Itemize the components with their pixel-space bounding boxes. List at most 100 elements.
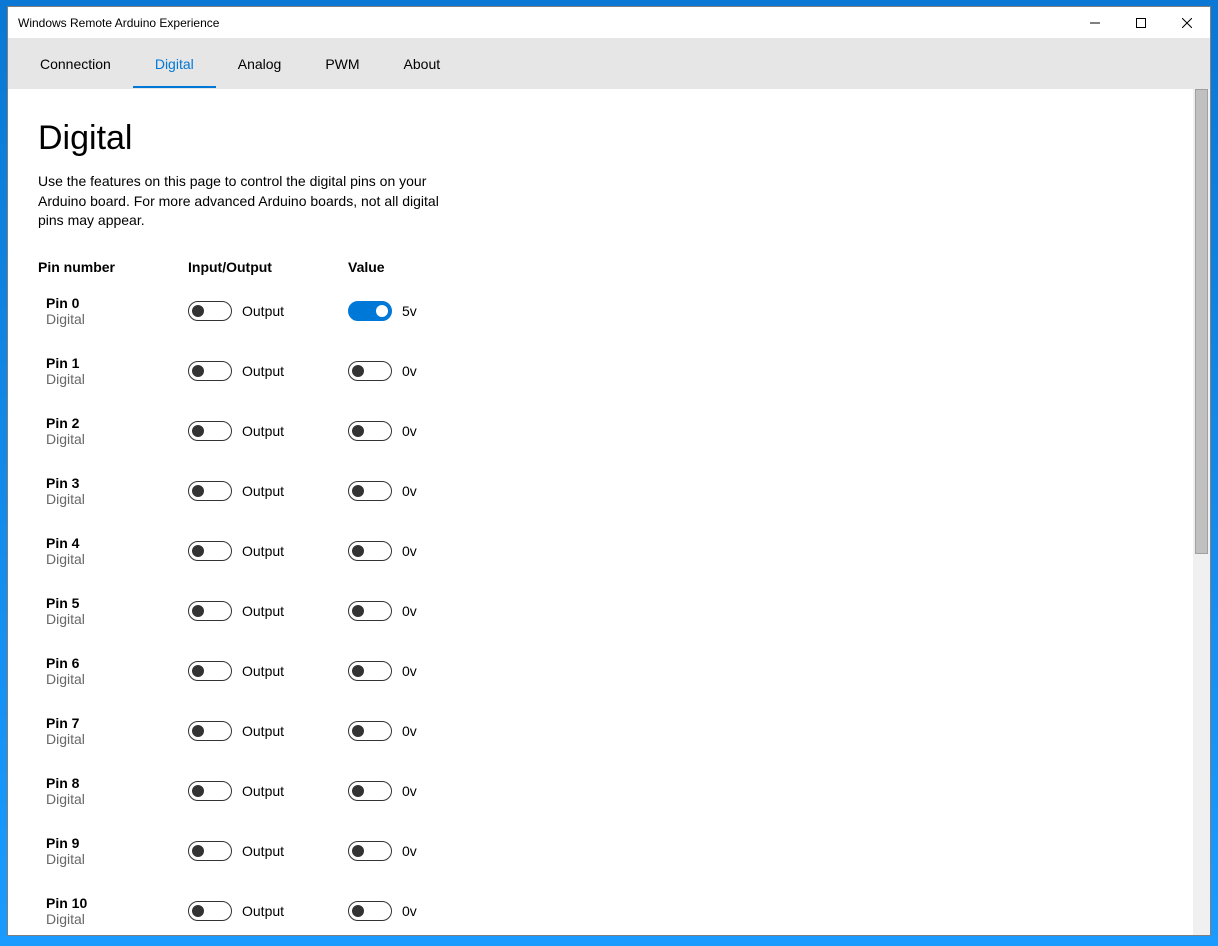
io-toggle-label: Output — [242, 663, 284, 679]
pin-label: Pin 8Digital — [38, 775, 188, 807]
io-cell: Output — [188, 721, 348, 741]
value-cell: 5v — [348, 301, 508, 321]
pin-type: Digital — [46, 551, 188, 567]
value-toggle-knob — [352, 725, 364, 737]
content-wrapper: Digital Use the features on this page to… — [8, 89, 1210, 935]
tab-pwm[interactable]: PWM — [303, 39, 381, 88]
value-toggle[interactable] — [348, 361, 392, 381]
page-description: Use the features on this page to control… — [38, 172, 458, 231]
pin-type: Digital — [46, 671, 188, 687]
header-pin-number: Pin number — [38, 259, 188, 275]
value-toggle[interactable] — [348, 481, 392, 501]
io-cell: Output — [188, 601, 348, 621]
pin-name: Pin 1 — [46, 355, 188, 371]
io-cell: Output — [188, 901, 348, 921]
io-toggle[interactable] — [188, 421, 232, 441]
tab-about[interactable]: About — [382, 39, 463, 88]
io-toggle[interactable] — [188, 361, 232, 381]
value-toggle[interactable] — [348, 541, 392, 561]
io-toggle[interactable] — [188, 721, 232, 741]
value-toggle-label: 0v — [402, 783, 417, 799]
value-toggle[interactable] — [348, 781, 392, 801]
value-toggle[interactable] — [348, 601, 392, 621]
pin-label: Pin 9Digital — [38, 835, 188, 867]
pin-name: Pin 3 — [46, 475, 188, 491]
pin-type: Digital — [46, 311, 188, 327]
pin-label: Pin 1Digital — [38, 355, 188, 387]
io-toggle-knob — [192, 845, 204, 857]
pin-label: Pin 10Digital — [38, 895, 188, 927]
io-toggle[interactable] — [188, 301, 232, 321]
io-toggle[interactable] — [188, 661, 232, 681]
header-input-output: Input/Output — [188, 259, 348, 275]
pin-label: Pin 0Digital — [38, 295, 188, 327]
value-toggle-label: 0v — [402, 423, 417, 439]
io-toggle[interactable] — [188, 781, 232, 801]
minimize-button[interactable] — [1072, 7, 1118, 38]
io-toggle-knob — [192, 665, 204, 677]
pin-type: Digital — [46, 731, 188, 747]
pin-name: Pin 4 — [46, 535, 188, 551]
header-value: Value — [348, 259, 508, 275]
io-cell: Output — [188, 361, 348, 381]
io-toggle[interactable] — [188, 841, 232, 861]
io-toggle-knob — [192, 545, 204, 557]
value-toggle[interactable] — [348, 721, 392, 741]
value-toggle[interactable] — [348, 661, 392, 681]
minimize-icon — [1090, 18, 1100, 28]
value-toggle-knob — [352, 485, 364, 497]
pin-type: Digital — [46, 371, 188, 387]
value-toggle[interactable] — [348, 901, 392, 921]
io-toggle[interactable] — [188, 901, 232, 921]
maximize-button[interactable] — [1118, 7, 1164, 38]
value-toggle-label: 0v — [402, 843, 417, 859]
io-toggle[interactable] — [188, 481, 232, 501]
io-toggle[interactable] — [188, 601, 232, 621]
value-toggle-label: 5v — [402, 303, 417, 319]
io-cell: Output — [188, 541, 348, 561]
column-headers: Pin number Input/Output Value — [38, 259, 1163, 275]
value-toggle-knob — [352, 545, 364, 557]
close-button[interactable] — [1164, 7, 1210, 38]
io-toggle-label: Output — [242, 363, 284, 379]
tab-bar: ConnectionDigitalAnalogPWMAbout — [8, 39, 1210, 89]
value-toggle-knob — [352, 365, 364, 377]
app-window: Windows Remote Arduino Experience Connec… — [7, 6, 1211, 936]
value-toggle-knob — [352, 845, 364, 857]
maximize-icon — [1136, 18, 1146, 28]
io-toggle-knob — [192, 305, 204, 317]
value-cell: 0v — [348, 541, 508, 561]
value-toggle[interactable] — [348, 841, 392, 861]
pin-name: Pin 2 — [46, 415, 188, 431]
value-toggle[interactable] — [348, 301, 392, 321]
pin-row: Pin 10DigitalOutput0v — [38, 889, 1163, 933]
pin-name: Pin 10 — [46, 895, 188, 911]
io-toggle-label: Output — [242, 303, 284, 319]
value-toggle-knob — [352, 905, 364, 917]
pin-type: Digital — [46, 851, 188, 867]
value-cell: 0v — [348, 421, 508, 441]
scrollbar-thumb[interactable] — [1195, 89, 1208, 554]
window-controls — [1072, 7, 1210, 38]
value-toggle-label: 0v — [402, 483, 417, 499]
value-toggle-label: 0v — [402, 363, 417, 379]
value-toggle-label: 0v — [402, 603, 417, 619]
tab-digital[interactable]: Digital — [133, 39, 216, 88]
content-area: Digital Use the features on this page to… — [8, 89, 1193, 935]
value-toggle-label: 0v — [402, 543, 417, 559]
tab-connection[interactable]: Connection — [18, 39, 133, 88]
close-icon — [1182, 18, 1192, 28]
io-toggle-label: Output — [242, 543, 284, 559]
pin-type: Digital — [46, 791, 188, 807]
pin-name: Pin 7 — [46, 715, 188, 731]
vertical-scrollbar[interactable] — [1193, 89, 1210, 935]
io-toggle[interactable] — [188, 541, 232, 561]
io-toggle-label: Output — [242, 603, 284, 619]
pin-row: Pin 1Digital Output 0v — [38, 349, 1163, 393]
tab-analog[interactable]: Analog — [216, 39, 304, 88]
pin-label: Pin 2Digital — [38, 415, 188, 447]
page-title: Digital — [38, 119, 1163, 158]
pin-name: Pin 6 — [46, 655, 188, 671]
io-toggle-label: Output — [242, 783, 284, 799]
value-toggle[interactable] — [348, 421, 392, 441]
